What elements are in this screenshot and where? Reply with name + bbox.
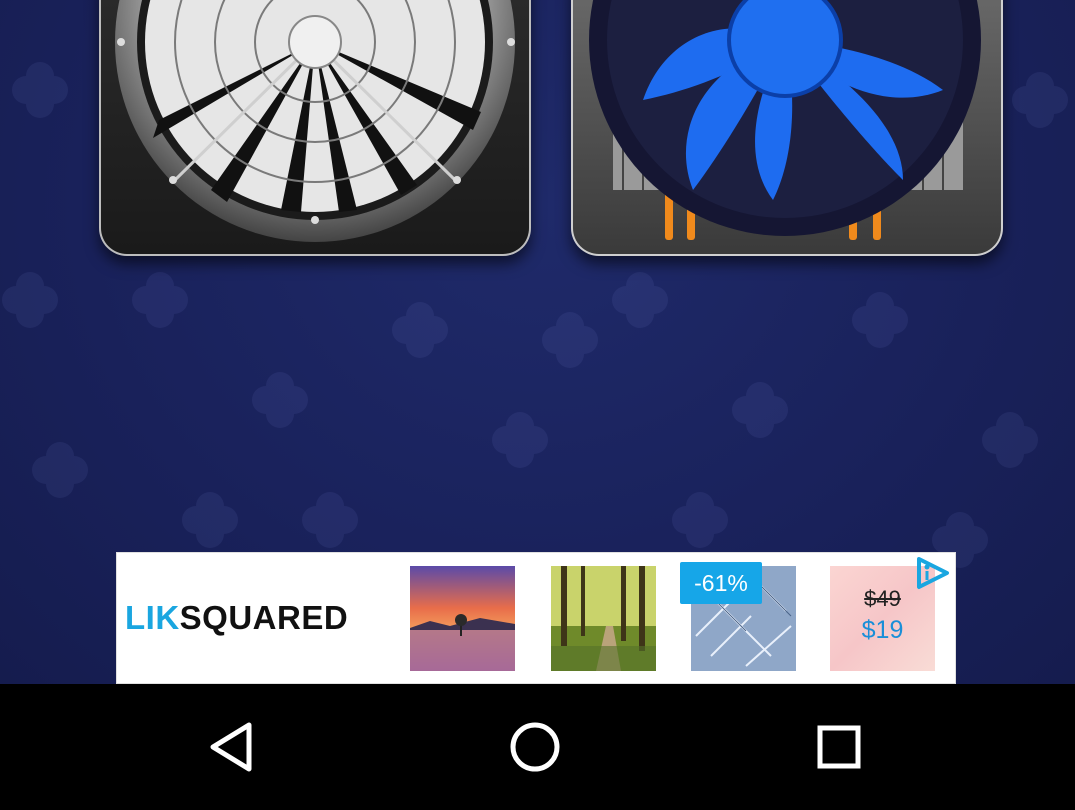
home-icon — [510, 722, 560, 772]
discount-badge: -61% — [680, 562, 762, 604]
brand-logo[interactable]: LIKSQUARED — [125, 599, 348, 637]
ad-banner[interactable]: LIKSQUARED -61% $49 $19 — [116, 552, 956, 684]
brand-name-squared: SQUARED — [179, 599, 349, 636]
navigation-bar — [0, 684, 1075, 810]
forest-path-thumbnail[interactable] — [551, 566, 656, 671]
brand-name-lik: LIK — [125, 599, 180, 636]
back-icon — [210, 722, 252, 772]
cpu-cooler-app-tile[interactable] — [571, 0, 1003, 256]
recents-icon — [817, 725, 861, 769]
recents-button[interactable] — [804, 717, 874, 777]
back-button[interactable] — [197, 717, 267, 777]
new-price: $19 — [861, 616, 904, 644]
sunset-lake-thumbnail[interactable] — [410, 566, 515, 671]
silver-fan-icon — [115, 0, 515, 242]
ad-choices-icon[interactable] — [913, 555, 953, 591]
silver-fan-app-tile[interactable] — [99, 0, 531, 256]
home-button[interactable] — [500, 717, 570, 777]
cpu-cooler-fan-icon — [589, 0, 981, 240]
